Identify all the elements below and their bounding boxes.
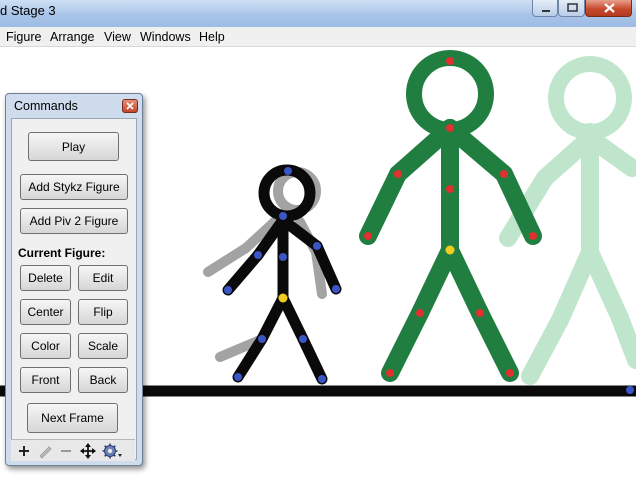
commands-close-button[interactable] [122,99,138,113]
current-figure-label: Current Figure: [18,246,106,260]
edit-button[interactable]: Edit [78,265,128,291]
minus-icon [61,450,71,452]
pencil-tool-button[interactable] [36,442,54,460]
menu-windows[interactable]: Windows [140,30,191,44]
pencil-icon [39,446,52,459]
green-figure [359,50,542,382]
gear-icon [102,443,122,459]
color-button[interactable]: Color [20,333,71,359]
close-icon [126,102,134,110]
menu-bar: Figure Arrange View Windows Help [0,27,636,47]
plus-icon [19,446,29,456]
close-icon [604,3,615,13]
move-arrows-icon [80,443,96,459]
next-frame-button[interactable]: Next Frame [27,403,118,433]
minimize-button[interactable] [532,0,558,17]
play-button[interactable]: Play [28,132,119,161]
flip-button[interactable]: Flip [78,299,128,325]
close-button[interactable] [585,0,632,17]
commands-title: Commands [14,99,78,113]
menu-view[interactable]: View [104,30,131,44]
menu-arrange[interactable]: Arrange [50,30,94,44]
center-button[interactable]: Center [20,299,71,325]
settings-tool-button[interactable] [101,442,123,460]
add-piv2-figure-button[interactable]: Add Piv 2 Figure [20,208,128,234]
add-stykz-figure-button[interactable]: Add Stykz Figure [20,174,128,200]
maximize-icon [567,3,578,12]
back-button[interactable]: Back [78,367,128,393]
minimize-icon [542,10,550,12]
remove-tool-button[interactable] [57,442,75,460]
delete-button[interactable]: Delete [20,265,71,291]
add-tool-button[interactable] [15,442,33,460]
menu-help[interactable]: Help [199,30,225,44]
move-tool-button[interactable] [79,442,97,460]
commands-toolstrip [11,439,135,461]
front-button[interactable]: Front [20,367,71,393]
scale-button[interactable]: Scale [78,333,128,359]
window-titlebar: d Stage 3 [0,0,636,27]
maximize-button[interactable] [558,0,585,17]
menu-figure[interactable]: Figure [6,30,41,44]
window-title: d Stage 3 [0,3,56,18]
